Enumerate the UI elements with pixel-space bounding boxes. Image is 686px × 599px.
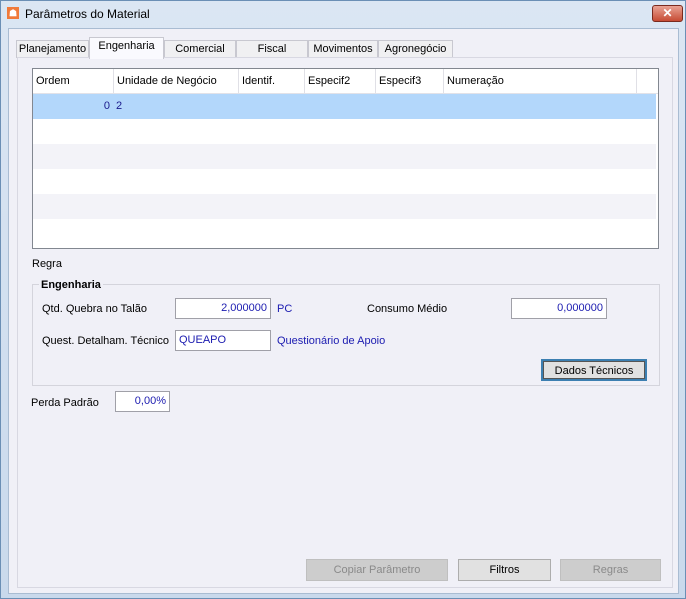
dados-tecnicos-label: Dados Técnicos	[554, 365, 634, 377]
grid-header: Ordem Unidade de Negócio Identif. Especi…	[33, 69, 658, 94]
consumo-medio-input[interactable]: 0,000000	[511, 298, 607, 319]
column-header-especif3[interactable]: Especif3	[376, 69, 444, 93]
dados-tecnicos-button[interactable]: Dados Técnicos	[541, 359, 647, 381]
group-title: Engenharia	[39, 279, 103, 291]
column-header-especif2[interactable]: Especif2	[305, 69, 376, 93]
copiar-parametro-button[interactable]: Copiar Parâmetro	[306, 559, 448, 581]
parameters-grid[interactable]: Ordem Unidade de Negócio Identif. Especi…	[32, 68, 659, 249]
tab-comercial[interactable]: Comercial	[164, 40, 236, 58]
engenharia-group: Engenharia Qtd. Quebra no Talão 2,000000…	[32, 279, 660, 386]
cell-ordem: 0	[103, 100, 110, 112]
column-header-identif[interactable]: Identif.	[239, 69, 305, 93]
quest-detalham-label: Quest. Detalham. Técnico	[42, 335, 169, 347]
title-bar[interactable]: ☗ Parâmetros do Material ✕	[1, 1, 685, 27]
window-title: Parâmetros do Material	[25, 7, 150, 21]
quest-detalham-input[interactable]: QUEAPO	[175, 330, 271, 351]
empty-row	[33, 169, 656, 194]
column-header-ordem[interactable]: Ordem	[33, 69, 114, 93]
tab-engenharia[interactable]: Engenharia	[89, 37, 164, 59]
app-logo-icon: ☗	[7, 7, 19, 19]
dialog-window: ☗ Parâmetros do Material ✕ Planejamento …	[0, 0, 686, 599]
regra-label: Regra	[32, 258, 62, 270]
tab-movimentos[interactable]: Movimentos	[308, 40, 378, 58]
empty-row	[33, 219, 656, 244]
column-header-numeracao[interactable]: Numeração	[444, 69, 637, 93]
qtd-quebra-label: Qtd. Quebra no Talão	[42, 303, 147, 315]
regras-button[interactable]: Regras	[560, 559, 661, 581]
empty-row	[33, 194, 656, 219]
column-header-unidade[interactable]: Unidade de Negócio	[114, 69, 239, 93]
tab-fiscal[interactable]: Fiscal	[236, 40, 308, 58]
close-icon: ✕	[662, 6, 673, 20]
table-row[interactable]: 0 2	[33, 94, 656, 119]
close-button[interactable]: ✕	[652, 5, 683, 22]
tab-agronegocio[interactable]: Agronegócio	[378, 40, 453, 58]
empty-row	[33, 144, 656, 169]
quest-description: Questionário de Apoio	[277, 335, 386, 347]
cell-unidade: 2	[116, 100, 123, 112]
tab-planejamento[interactable]: Planejamento	[16, 40, 89, 58]
tab-panel-engenharia: Ordem Unidade de Negócio Identif. Especi…	[17, 57, 673, 588]
qtd-quebra-unit: PC	[277, 303, 293, 315]
perda-padrao-input[interactable]: 0,00%	[115, 391, 170, 412]
client-area: Planejamento Engenharia Comercial Fiscal…	[8, 28, 679, 594]
filtros-button[interactable]: Filtros	[458, 559, 551, 581]
consumo-medio-label: Consumo Médio	[367, 303, 448, 315]
empty-row	[33, 119, 656, 144]
perda-padrao-label: Perda Padrão	[31, 397, 99, 409]
qtd-quebra-input[interactable]: 2,000000	[175, 298, 271, 319]
